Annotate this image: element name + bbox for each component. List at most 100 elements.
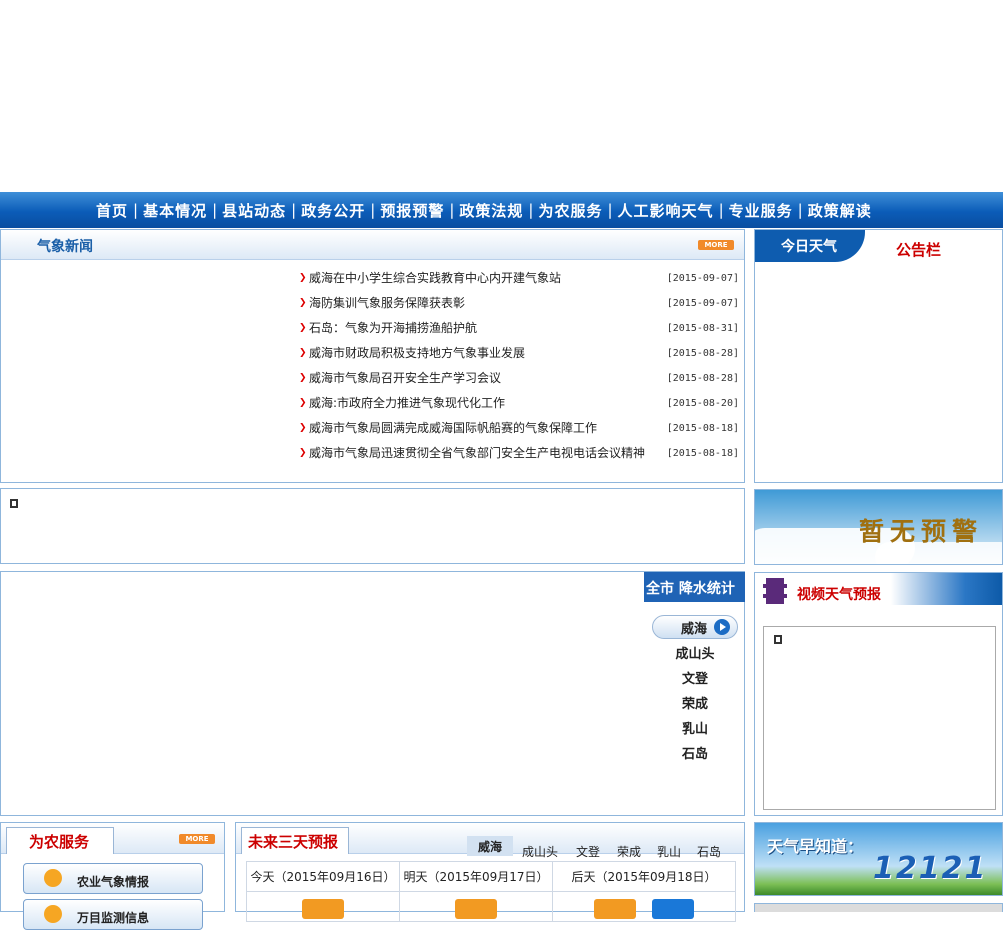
rainfall-panel: 全市 降水统计 威海成山头文登荣成乳山石岛 xyxy=(0,571,745,816)
broken-image-icon xyxy=(10,499,18,508)
news-item-link[interactable]: 威海市气象局迅速贯彻全省气象部门安全生产电视电话会议精神 xyxy=(309,441,645,466)
news-item: ❯ 海防集训气象服务保障获表彰 [2015-09-07] xyxy=(299,291,739,316)
notice-board-title[interactable]: 公告栏 xyxy=(896,239,941,260)
nav-item[interactable]: 预报预警 xyxy=(377,200,447,221)
bullet-icon: ❯ xyxy=(299,348,307,358)
nav-item[interactable]: 县站动态 xyxy=(219,200,289,221)
nav-separator: | xyxy=(133,201,139,219)
bullet-icon: ❯ xyxy=(299,423,307,433)
sun-cloud-icon xyxy=(44,869,62,887)
forecast-day-today: 今天（2015年09月16日） xyxy=(246,861,400,892)
forecast-day-tomorrow: 明天（2015年09月17日） xyxy=(399,861,553,892)
sun-cloud-icon xyxy=(44,905,62,923)
news-item-date: [2015-09-07] xyxy=(666,273,739,284)
nav-item[interactable]: 为农服务 xyxy=(535,200,605,221)
next-banner[interactable] xyxy=(754,903,1003,912)
news-item-link[interactable]: 石岛：气象为开海捕捞渔船护航 xyxy=(309,316,477,341)
news-item: ❯ 威海市气象局召开安全生产学习会议 [2015-08-28] xyxy=(299,366,739,391)
rain-city-4[interactable]: 乳山 xyxy=(651,718,739,737)
forecast-city-tab[interactable]: 文登 xyxy=(576,843,600,860)
bullet-icon: ❯ xyxy=(299,323,307,333)
rainfall-title: 全市 降水统计 xyxy=(646,581,735,597)
nav-separator: | xyxy=(291,201,297,219)
rain-city-1[interactable]: 成山头 xyxy=(651,643,739,662)
forecast-city-tab[interactable]: 威海 xyxy=(467,838,513,855)
bullet-icon: ❯ xyxy=(299,273,307,283)
news-item-date: [2015-08-31] xyxy=(666,323,739,334)
farm-title: 为农服务 xyxy=(29,833,90,851)
video-forecast-title: 视频天气预报 xyxy=(797,587,881,603)
news-item: ❯ 威海市气象局迅速贯彻全省气象部门安全生产电视电话会议精神 [2015-08-18… xyxy=(299,441,739,466)
news-item-date: [2015-08-18] xyxy=(666,423,739,434)
bullet-icon: ❯ xyxy=(299,448,307,458)
nav-item[interactable]: 专业服务 xyxy=(726,200,796,221)
nav-separator: | xyxy=(607,201,613,219)
news-item: ❯ 威海:市政府全力推进气象现代化工作 [2015-08-20] xyxy=(299,391,739,416)
film-icon xyxy=(763,578,787,604)
video-forecast-panel: 视频天气预报 xyxy=(754,572,1003,816)
news-item-link[interactable]: 威海在中小学生综合实践教育中心内开建气象站 xyxy=(309,266,561,291)
bullet-icon: ❯ xyxy=(299,398,307,408)
news-item: ❯ 威海在中小学生综合实践教育中心内开建气象站 [2015-09-07] xyxy=(299,266,739,291)
hotline-banner[interactable]: 天气早知道： 12121 xyxy=(754,822,1003,896)
news-item: ❯ 石岛：气象为开海捕捞渔船护航 [2015-08-31] xyxy=(299,316,739,341)
news-item-link[interactable]: 海防集训气象服务保障获表彰 xyxy=(309,291,465,316)
sunny-icon xyxy=(455,898,497,919)
news-item-date: [2015-08-28] xyxy=(666,348,739,359)
nav-item[interactable]: 首页 xyxy=(93,200,131,221)
forecast-city-tab[interactable]: 成山头 xyxy=(522,843,558,860)
farm-item-label: 农业气象情报 xyxy=(77,875,150,889)
broken-image-icon xyxy=(774,635,782,644)
news-title: 气象新闻 xyxy=(37,239,93,255)
news-item-date: [2015-08-20] xyxy=(666,398,739,409)
forecast-city-tab[interactable]: 石岛 xyxy=(697,843,721,860)
nav-separator: | xyxy=(449,201,455,219)
sunny-icon xyxy=(594,898,636,919)
forecast-city-tab[interactable]: 乳山 xyxy=(657,843,681,860)
nav-separator: | xyxy=(370,201,376,219)
rain-city-3[interactable]: 荣成 xyxy=(651,693,739,712)
today-weather-panel: 今日天气 公告栏 xyxy=(754,229,1003,483)
rain-city-5[interactable]: 石岛 xyxy=(651,743,739,762)
forecast-city-tab[interactable]: 荣成 xyxy=(617,843,641,860)
hotline-label: 天气早知道： xyxy=(767,837,864,856)
video-player-area[interactable] xyxy=(763,626,996,810)
news-item-link[interactable]: 威海:市政府全力推进气象现代化工作 xyxy=(309,391,505,416)
forecast-title: 未来三天预报 xyxy=(248,833,339,851)
news-item-date: [2015-08-18] xyxy=(666,448,739,459)
nav-separator: | xyxy=(797,201,803,219)
nav-separator: | xyxy=(212,201,218,219)
farm-more-button[interactable]: MORE xyxy=(179,834,215,844)
today-weather-tab-label: 今日天气 xyxy=(781,239,837,255)
alert-panel xyxy=(0,488,745,564)
nav-item[interactable]: 政策法规 xyxy=(456,200,526,221)
nav-separator: | xyxy=(528,201,534,219)
bullet-icon: ❯ xyxy=(299,298,307,308)
news-item-date: [2015-08-28] xyxy=(666,373,739,384)
main-nav: 首页 | 基本情况 | 县站动态 | 政务公开 | 预报预警 | 政策法规 | 为农服务 | 人工影响天气 |… xyxy=(0,192,1003,228)
hotline-number: 12121 xyxy=(873,851,988,886)
cloudy-icon xyxy=(652,898,694,919)
warning-banner[interactable]: 暂无预警 xyxy=(754,489,1003,565)
news-item-date: [2015-09-07] xyxy=(666,298,739,309)
forecast-table: 今天（2015年09月16日） 明天（2015年09月17日） 后天（2015年… xyxy=(246,861,736,922)
rain-city-0[interactable]: 威海 xyxy=(651,618,737,637)
rain-city-2[interactable]: 文登 xyxy=(651,668,739,687)
warning-text: 暂无预警 xyxy=(859,517,984,546)
farm-service-panel: 为农服务 MORE 农业气象情报 万目监测信息 xyxy=(0,822,225,930)
nav-item[interactable]: 政务公开 xyxy=(298,200,368,221)
news-item-link[interactable]: 威海市气象局召开安全生产学习会议 xyxy=(309,366,501,391)
news-item-link[interactable]: 威海市财政局积极支持地方气象事业发展 xyxy=(309,341,525,366)
news-item: ❯ 威海市财政局积极支持地方气象事业发展 [2015-08-28] xyxy=(299,341,739,366)
forecast-day-after: 后天（2015年09月18日） xyxy=(552,861,736,892)
nav-item[interactable]: 基本情况 xyxy=(140,200,210,221)
sunny-icon xyxy=(302,898,344,919)
nav-separator: | xyxy=(718,201,724,219)
news-item-link[interactable]: 威海市气象局圆满完成威海国际帆船赛的气象保障工作 xyxy=(309,416,597,441)
nav-item[interactable]: 人工影响天气 xyxy=(615,200,717,221)
bullet-icon: ❯ xyxy=(299,373,307,383)
news-more-button[interactable]: MORE xyxy=(698,240,734,250)
nav-item[interactable]: 政策解读 xyxy=(805,200,875,221)
news-panel: 气象新闻 MORE ❯ 威海在中小学生综合实践教育中心内开建气象站 [2015-09… xyxy=(0,229,745,483)
news-header: 气象新闻 MORE xyxy=(1,230,744,260)
